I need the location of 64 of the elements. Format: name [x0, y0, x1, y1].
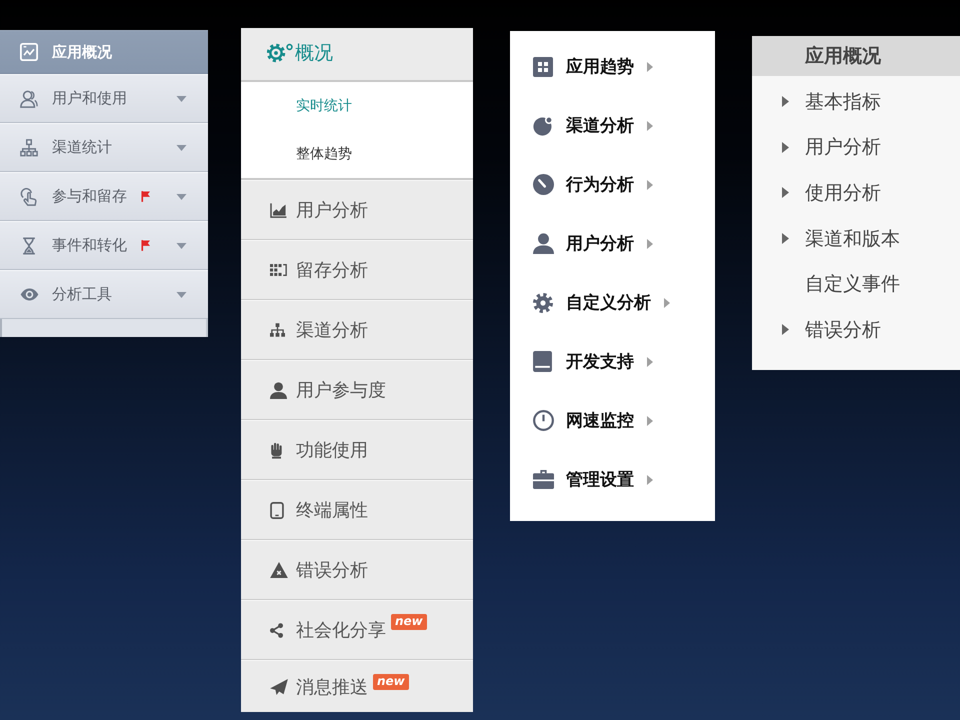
share-icon: [270, 622, 283, 638]
hourglass-icon: [20, 236, 38, 254]
menu-item[interactable]: 渠道和版本: [752, 216, 960, 262]
sitemap-icon: [270, 323, 285, 337]
caret-right-icon: [647, 416, 653, 426]
menu-item[interactable]: 基本指标: [752, 79, 960, 125]
menu-item[interactable]: 渠道分析: [241, 300, 473, 360]
caret-right-icon: [664, 298, 670, 308]
gear-icon: [533, 292, 553, 312]
submenu-item[interactable]: 实时统计: [241, 82, 473, 130]
menu-title: 应用概况: [752, 36, 960, 76]
sitemap-icon: [20, 138, 38, 156]
menu-item[interactable]: 网速监控: [510, 391, 715, 450]
users-icon: [20, 90, 38, 108]
menu-item[interactable]: 参与和留存: [0, 172, 208, 221]
gear-icon: [267, 43, 293, 63]
area-chart-icon: [270, 202, 287, 218]
ball-icon: [533, 115, 554, 136]
menu-item[interactable]: 错误分析: [241, 540, 473, 600]
caret-right-icon: [647, 474, 653, 484]
caret-right-icon: [647, 238, 653, 248]
menu-item[interactable]: 功能使用: [241, 420, 473, 480]
paper-plane-icon: [270, 678, 288, 694]
new-badge: new: [373, 674, 409, 690]
menu-item[interactable]: 渠道分析: [510, 96, 715, 155]
eye-icon: [20, 288, 39, 301]
menu-item[interactable]: 社会化分享 new: [241, 600, 473, 660]
briefcase-icon: [533, 470, 554, 489]
clock-icon: [533, 410, 554, 431]
menu-item[interactable]: 渠道统计: [0, 123, 208, 172]
grid-icon: [270, 264, 287, 276]
caret-right-icon: [647, 120, 653, 130]
chart-icon: [20, 43, 38, 61]
submenu-item[interactable]: 整体趋势: [241, 130, 473, 178]
user-icon: [270, 382, 287, 398]
menu-item[interactable]: 行为分析: [510, 155, 715, 214]
caret-right-icon: [647, 180, 653, 190]
touch-icon: [20, 188, 38, 206]
menu-item[interactable]: 留存分析: [241, 240, 473, 300]
menu-item[interactable]: 应用趋势: [510, 37, 715, 96]
menu-item[interactable]: 用户和使用: [0, 74, 208, 123]
user-icon: [533, 233, 554, 254]
menu-item[interactable]: 分析工具: [0, 270, 208, 319]
menu-item[interactable]: 用户参与度: [241, 360, 473, 420]
menu-item[interactable]: 自定义分析: [510, 273, 715, 332]
menu-item[interactable]: 管理设置: [510, 450, 715, 509]
tablet-icon: [270, 502, 284, 518]
menu-item[interactable]: 用户分析: [510, 214, 715, 273]
menu-item[interactable]: 使用分析: [752, 170, 960, 216]
menu-item[interactable]: 事件和转化: [0, 221, 208, 270]
menu-item[interactable]: 用户分析: [752, 124, 960, 170]
grid-icon: [533, 56, 553, 76]
gauge-icon: [533, 174, 554, 195]
menu-item[interactable]: 终端属性: [241, 480, 473, 540]
menu-item[interactable]: 开发支持: [510, 332, 715, 391]
caret-right-icon: [647, 356, 653, 366]
menu-item[interactable]: 用户分析: [241, 180, 473, 240]
new-badge: new: [391, 614, 427, 630]
book-icon: [533, 351, 552, 372]
menu-item[interactable]: 错误分析: [752, 306, 960, 353]
warning-icon: [270, 562, 288, 578]
caret-right-icon: [647, 62, 653, 72]
hand-icon: [270, 442, 283, 458]
menu-item[interactable]: 自定义事件: [752, 261, 960, 307]
